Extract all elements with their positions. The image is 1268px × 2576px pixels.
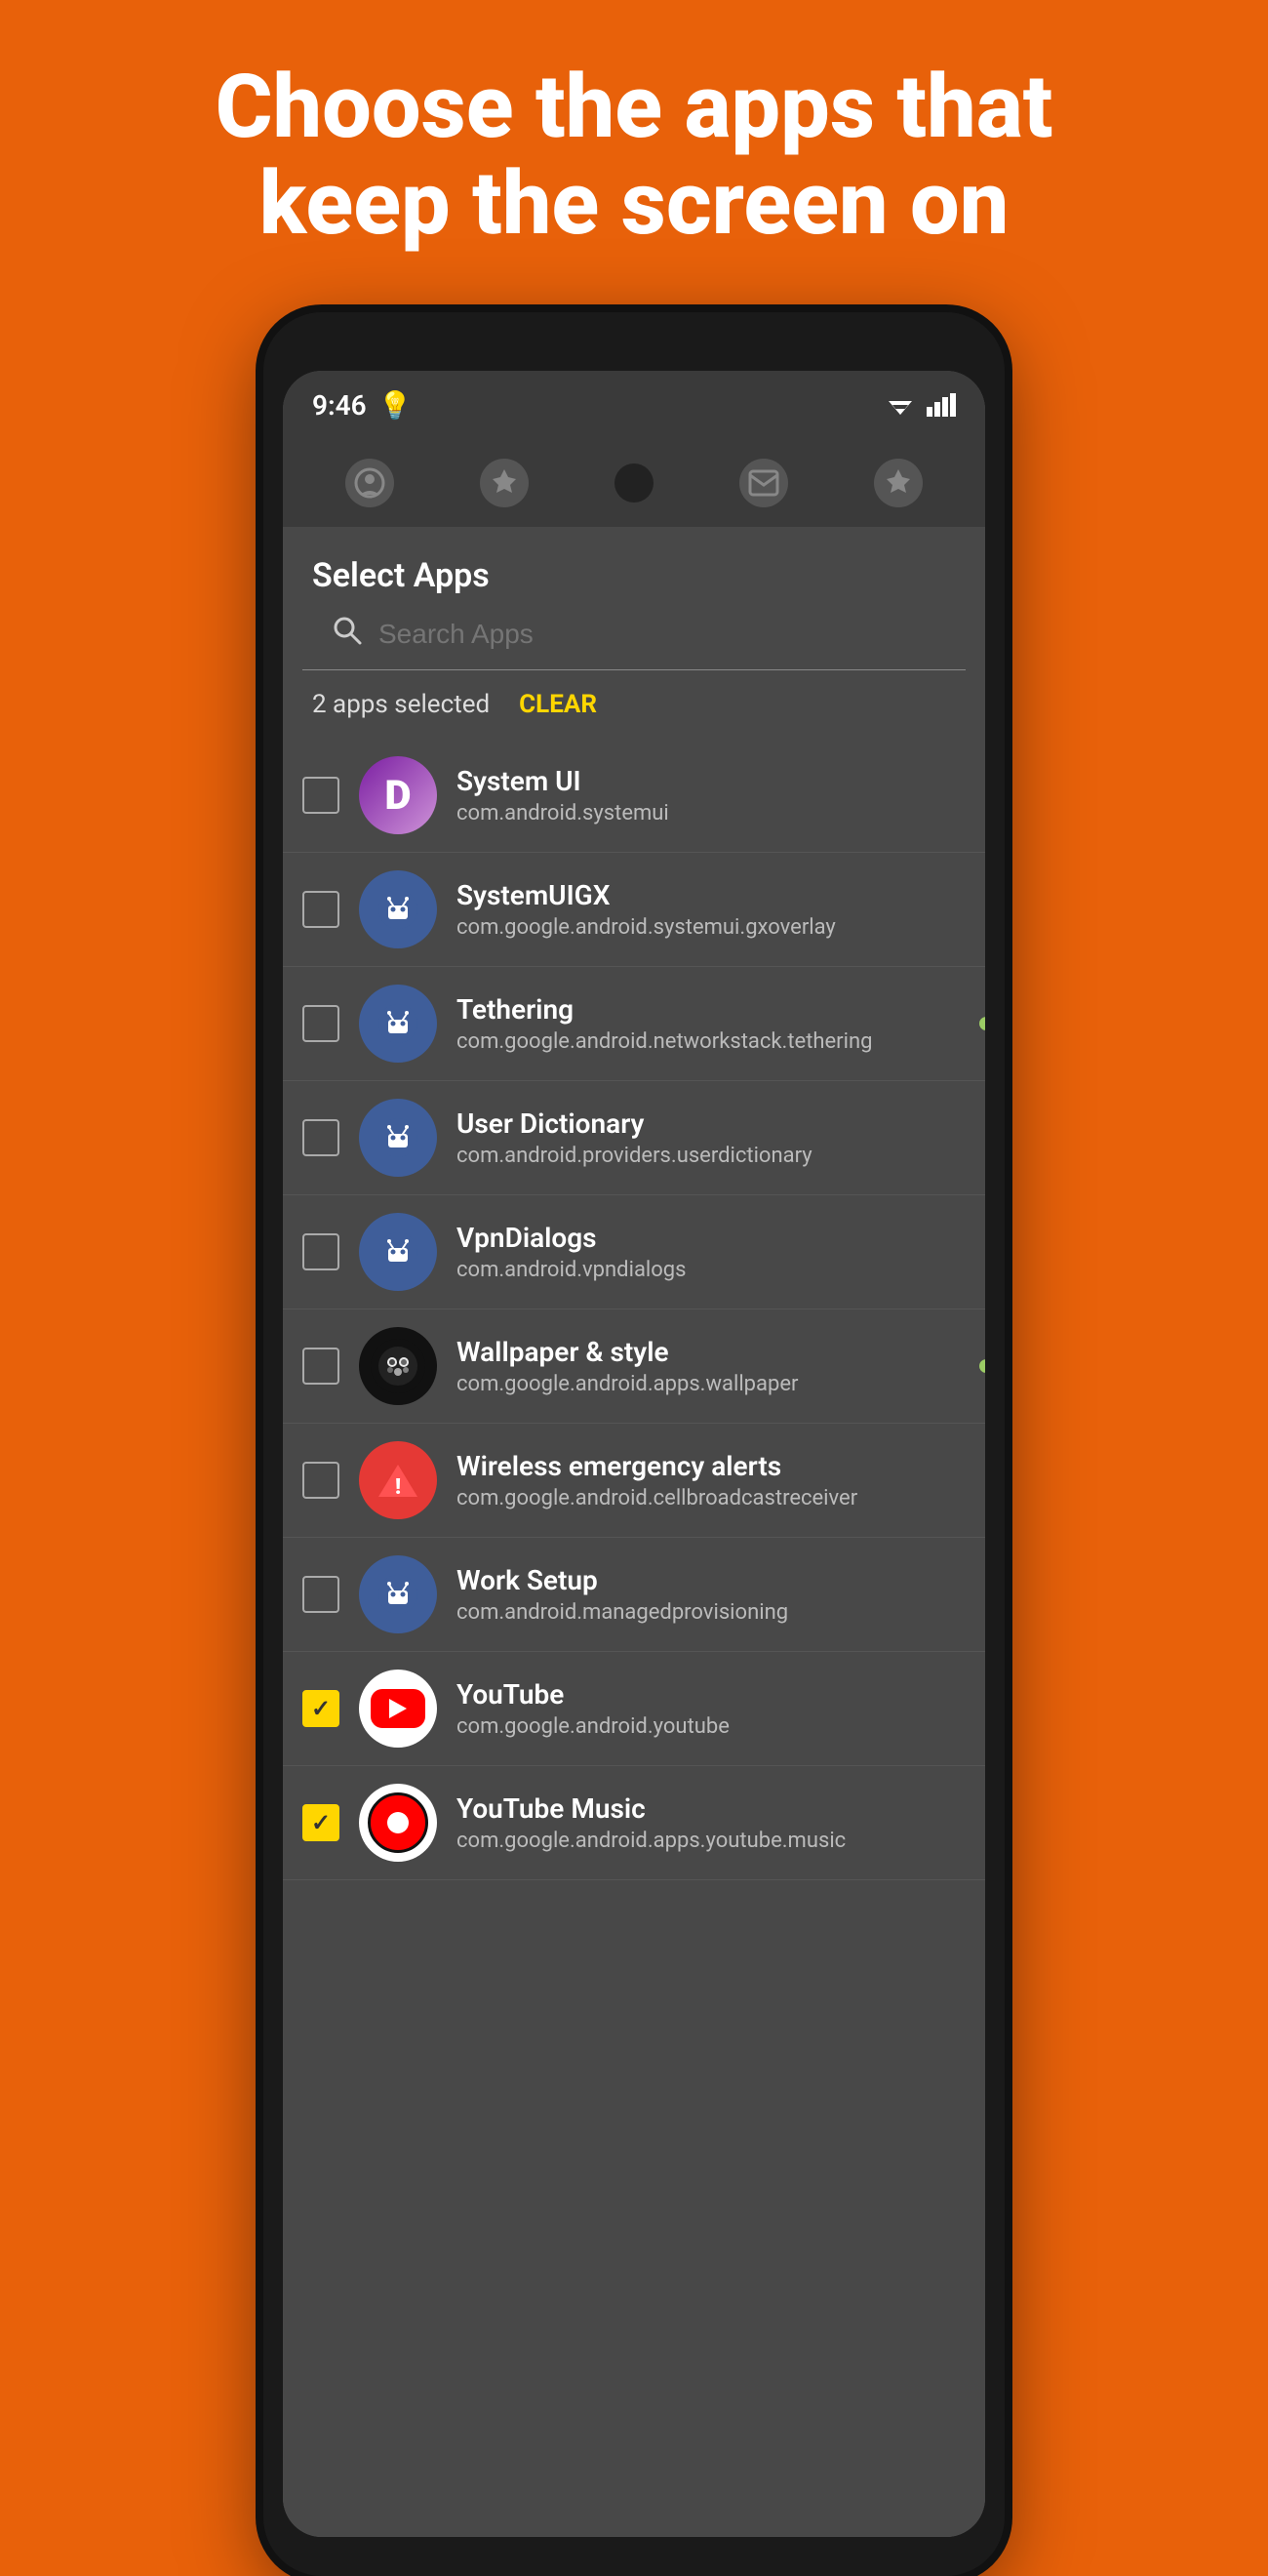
list-item[interactable]: YouTube com.google.android.youtube xyxy=(283,1652,985,1766)
status-left: 9:46 💡 xyxy=(312,389,413,422)
camera-notch xyxy=(614,463,654,503)
list-item[interactable]: Work Setup com.android.managedprovisioni… xyxy=(283,1538,985,1652)
clear-button[interactable]: CLEAR xyxy=(519,690,597,719)
phone-frame: 9:46 💡 xyxy=(263,312,1005,2576)
app-checkbox[interactable] xyxy=(302,1804,339,1841)
app-checkbox[interactable] xyxy=(302,1348,339,1385)
list-item[interactable]: YouTube Music com.google.android.apps.yo… xyxy=(283,1766,985,1880)
list-item[interactable]: D System UI com.android.systemui xyxy=(283,739,985,853)
list-item[interactable]: SystemUIGX com.google.android.systemui.g… xyxy=(283,853,985,967)
app-name: Wireless emergency alerts xyxy=(456,1450,966,1482)
app-name: System UI xyxy=(456,765,966,797)
app-icon-android xyxy=(359,985,437,1063)
app-name: Work Setup xyxy=(456,1564,966,1596)
signal-icon xyxy=(927,393,956,417)
app-name: YouTube Music xyxy=(456,1792,966,1825)
hero-line2: keep the screen on xyxy=(78,155,1190,252)
app-info: System UI com.android.systemui xyxy=(456,765,966,825)
list-item[interactable]: ! Wireless emergency alerts com.google.a… xyxy=(283,1424,985,1538)
app-icon-wallpaper xyxy=(359,1327,437,1405)
time-display: 9:46 xyxy=(312,389,367,422)
list-item[interactable]: VpnDialogs com.android.vpndialogs xyxy=(283,1195,985,1309)
app-package: com.android.vpndialogs xyxy=(456,1258,966,1282)
app-package: com.android.systemui xyxy=(456,801,966,825)
app-bar-icon-2 xyxy=(480,459,529,507)
app-info: YouTube Music com.google.android.apps.yo… xyxy=(456,1792,966,1853)
list-item[interactable]: User Dictionary com.android.providers.us… xyxy=(283,1081,985,1195)
app-name: User Dictionary xyxy=(456,1107,966,1140)
app-icon-android xyxy=(359,1213,437,1291)
wifi-icon xyxy=(884,393,917,417)
app-info: User Dictionary com.android.providers.us… xyxy=(456,1107,966,1168)
bulb-icon: 💡 xyxy=(378,389,413,422)
app-name: Tethering xyxy=(456,993,966,1026)
app-info: Work Setup com.android.managedprovisioni… xyxy=(456,1564,966,1625)
dialog-panel: Select Apps 2 apps selected CLEAR xyxy=(283,527,985,2537)
app-icon-youtube-music xyxy=(359,1784,437,1862)
status-bar: 9:46 💡 xyxy=(283,371,985,439)
app-checkbox[interactable] xyxy=(302,1005,339,1042)
selection-count: 2 apps selected xyxy=(312,690,490,719)
app-checkbox[interactable] xyxy=(302,891,339,928)
app-package: com.google.android.systemui.gxoverlay xyxy=(456,915,966,940)
app-icon-android xyxy=(359,1099,437,1177)
app-name: SystemUIGX xyxy=(456,879,966,911)
hero-title: Choose the apps that keep the screen on xyxy=(0,0,1268,291)
list-item[interactable]: Wallpaper & style com.google.android.app… xyxy=(283,1309,985,1424)
app-checkbox[interactable] xyxy=(302,1233,339,1270)
phone-screen: 9:46 💡 xyxy=(283,371,985,2537)
app-package: com.android.managedprovisioning xyxy=(456,1600,966,1625)
status-dot xyxy=(979,1017,985,1030)
search-bar[interactable] xyxy=(302,615,966,670)
search-input[interactable] xyxy=(378,619,936,650)
app-checkbox[interactable] xyxy=(302,1119,339,1156)
app-icon-youtube xyxy=(359,1670,437,1748)
app-checkbox[interactable] xyxy=(302,1576,339,1613)
status-right xyxy=(884,393,956,417)
app-package: com.google.android.networkstack.tetherin… xyxy=(456,1029,966,1054)
app-name: YouTube xyxy=(456,1678,966,1711)
app-info: Tethering com.google.android.networkstac… xyxy=(456,993,966,1054)
selection-row: 2 apps selected CLEAR xyxy=(283,670,985,739)
app-bar-icon-4 xyxy=(874,459,923,507)
app-icon-systemui: D xyxy=(359,756,437,834)
app-bar xyxy=(283,439,985,527)
app-name: Wallpaper & style xyxy=(456,1336,966,1368)
app-checkbox[interactable] xyxy=(302,1462,339,1499)
status-dot xyxy=(979,1359,985,1373)
app-package: com.google.android.apps.youtube.music xyxy=(456,1829,966,1853)
app-package: com.google.android.cellbroadcastreceiver xyxy=(456,1486,966,1510)
app-name: VpnDialogs xyxy=(456,1222,966,1254)
app-checkbox[interactable] xyxy=(302,777,339,814)
app-info: Wallpaper & style com.google.android.app… xyxy=(456,1336,966,1396)
app-info: YouTube com.google.android.youtube xyxy=(456,1678,966,1739)
app-package: com.google.android.youtube xyxy=(456,1714,966,1739)
app-icon-android xyxy=(359,870,437,948)
app-icon-wireless: ! xyxy=(359,1441,437,1519)
app-list: D System UI com.android.systemui SystemU… xyxy=(283,739,985,1880)
hero-line1: Choose the apps that xyxy=(78,59,1190,155)
svg-text:!: ! xyxy=(395,1475,401,1500)
app-info: SystemUIGX com.google.android.systemui.g… xyxy=(456,879,966,940)
app-package: com.android.providers.userdictionary xyxy=(456,1144,966,1168)
app-icon-android xyxy=(359,1555,437,1633)
app-checkbox[interactable] xyxy=(302,1690,339,1727)
search-icon xyxy=(332,615,363,654)
app-info: Wireless emergency alerts com.google.and… xyxy=(456,1450,966,1510)
app-bar-icon-3 xyxy=(739,459,788,507)
app-info: VpnDialogs com.android.vpndialogs xyxy=(456,1222,966,1282)
app-bar-icon-1 xyxy=(345,459,394,507)
list-item[interactable]: Tethering com.google.android.networkstac… xyxy=(283,967,985,1081)
app-package: com.google.android.apps.wallpaper xyxy=(456,1372,966,1396)
dialog-title: Select Apps xyxy=(283,527,985,615)
